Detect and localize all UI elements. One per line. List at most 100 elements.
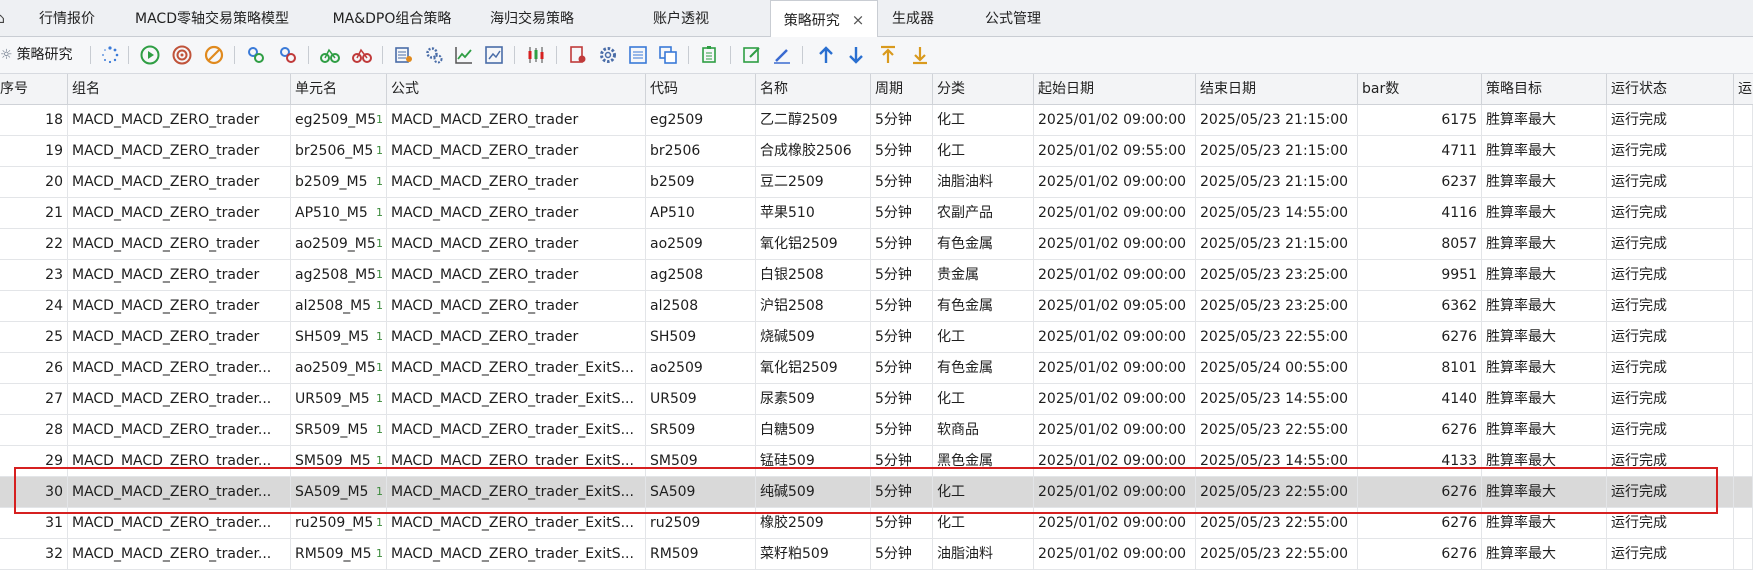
settings-icon[interactable]: [598, 45, 618, 65]
column-header-run-status[interactable]: 运行状态: [1607, 74, 1734, 104]
cell-period: 5分钟: [871, 415, 933, 445]
cell-code: RM509: [646, 539, 756, 569]
cell-code: SR509: [646, 415, 756, 445]
cell-start-date: 2025/01/02 09:00:00: [1034, 198, 1196, 228]
table-row[interactable]: 24 MACD_MACD_ZERO_trader al2508_M5 1 MACD_MA…: [0, 291, 1753, 322]
close-tab-icon[interactable]: ×: [852, 11, 865, 29]
table-row[interactable]: 20 MACD_MACD_ZERO_trader b2509_M5 1 MACD_MAC…: [0, 167, 1753, 198]
column-header-unit[interactable]: 单元名: [291, 74, 387, 104]
cell-end-date: 2025/05/23 21:15:00: [1196, 167, 1358, 197]
arrow-down-icon[interactable]: [846, 45, 866, 65]
tab-turtle-strategy[interactable]: 海归交易策略: [472, 0, 592, 36]
table-row[interactable]: 21 MACD_MACD_ZERO_trader AP510_M5 1 MACD_MAC…: [0, 198, 1753, 229]
move-top-icon[interactable]: [878, 45, 898, 65]
table-row-selected[interactable]: 30 MACD_MACD_ZERO_trader... SA509_M5 1 MACD_…: [0, 477, 1753, 508]
cell-strategy-target: 胜算率最大: [1482, 415, 1607, 445]
tab-macd-zero-model[interactable]: MACD零轴交易策略模型: [112, 0, 312, 36]
cell-code-text: RM509: [650, 546, 699, 562]
tab-strategy-research[interactable]: 策略研究 ×: [770, 0, 878, 37]
cell-name-text: 乙二醇2509: [760, 112, 838, 128]
line-chart-icon[interactable]: [454, 45, 474, 65]
table-icon[interactable]: [628, 45, 648, 65]
column-header-start-date[interactable]: 起始日期: [1034, 74, 1196, 104]
tab-formula-management[interactable]: 公式管理: [968, 0, 1058, 36]
loading-spinner-icon[interactable]: [100, 45, 120, 65]
column-header-name[interactable]: 名称: [756, 74, 871, 104]
gears-icon[interactable]: [424, 45, 444, 65]
cell-start-date-text: 2025/01/02 09:00:00: [1038, 546, 1187, 562]
cell-name-text: 豆二2509: [760, 174, 824, 190]
tab-bar: ⌂ 行情报价 MACD零轴交易策略模型 MA&DPO组合策略 海归交易策略 账户…: [0, 0, 1753, 37]
stop-target-icon[interactable]: [172, 45, 192, 65]
cell-end-date-text: 2025/05/23 22:55:00: [1200, 329, 1349, 345]
column-header-period[interactable]: 周期: [871, 74, 933, 104]
bike-icon[interactable]: [320, 45, 340, 65]
column-header-bar-count[interactable]: bar数: [1358, 74, 1482, 104]
strategy-research-menu[interactable]: ☼ 策略研究: [0, 37, 73, 73]
cell-unit: SA509_M5 1: [291, 477, 387, 507]
table-row[interactable]: 27 MACD_MACD_ZERO_trader... UR509_M5 1 MACD_…: [0, 384, 1753, 415]
cell-name: 锰硅509: [756, 446, 871, 476]
paste-icon[interactable]: [700, 45, 720, 65]
cell-category: 化工: [933, 508, 1034, 538]
table-row[interactable]: 19 MACD_MACD_ZERO_trader br2506_M5 1 MACD_MA…: [0, 136, 1753, 167]
unit-marker: 1: [376, 547, 383, 560]
edit-icon[interactable]: [742, 45, 762, 65]
cell-category-text: 油脂油料: [937, 546, 993, 562]
column-header-strategy-target[interactable]: 策略目标: [1482, 74, 1607, 104]
table-row[interactable]: 22 MACD_MACD_ZERO_trader ao2509_M5 1 MACD_MA…: [0, 229, 1753, 260]
grid-settings-icon[interactable]: [394, 45, 414, 65]
cell-bar-count: 4140: [1358, 384, 1482, 414]
kline-chart-icon[interactable]: [526, 45, 546, 65]
tab-generator[interactable]: 生成器: [878, 0, 948, 36]
home-icon[interactable]: ⌂: [0, 0, 5, 38]
cell-period-text: 5分钟: [875, 174, 912, 190]
column-header-end-date[interactable]: 结束日期: [1196, 74, 1358, 104]
cell-formula-text: MACD_MACD_ZERO_trader_ExitS...: [391, 422, 634, 438]
cell-start-date: 2025/01/02 09:00:00: [1034, 105, 1196, 135]
column-header-category[interactable]: 分类: [933, 74, 1034, 104]
group-remove-icon[interactable]: [278, 45, 298, 65]
report-icon[interactable]: [484, 45, 504, 65]
tab-account-view[interactable]: 账户透视: [592, 0, 770, 36]
cell-extra: [1734, 508, 1753, 538]
cell-category: 有色金属: [933, 291, 1034, 321]
cell-end-date: 2025/05/23 21:15:00: [1196, 105, 1358, 135]
table-row[interactable]: 18 MACD_MACD_ZERO_trader eg2509_M5 1 MACD_MA…: [0, 105, 1753, 136]
cell-bar-count-text: 6276: [1441, 484, 1477, 500]
arrow-up-icon[interactable]: [816, 45, 836, 65]
cancel-icon[interactable]: [204, 45, 224, 65]
cell-formula: MACD_MACD_ZERO_trader: [387, 167, 646, 197]
table-row[interactable]: 23 MACD_MACD_ZERO_trader ag2508_M5 1 MACD_MA…: [0, 260, 1753, 291]
table-row[interactable]: 32 MACD_MACD_ZERO_trader... RM509_M5 1 MACD_…: [0, 539, 1753, 570]
cell-group: MACD_MACD_ZERO_trader: [68, 229, 291, 259]
pen-icon[interactable]: [772, 45, 792, 65]
column-header-code[interactable]: 代码: [646, 74, 756, 104]
copy-icon[interactable]: [658, 45, 678, 65]
tab-ma-dpo-strategy[interactable]: MA&DPO组合策略: [312, 0, 472, 36]
cell-group: MACD_MACD_ZERO_trader: [68, 105, 291, 135]
move-bottom-icon[interactable]: [910, 45, 930, 65]
table-row[interactable]: 31 MACD_MACD_ZERO_trader... ru2509_M5 1 MACD…: [0, 508, 1753, 539]
cell-group: MACD_MACD_ZERO_trader: [68, 136, 291, 166]
play-icon[interactable]: [140, 45, 160, 65]
cell-unit-text: al2508_M5: [295, 298, 372, 314]
cell-formula-text: MACD_MACD_ZERO_trader: [391, 236, 579, 252]
column-header-index[interactable]: 序号: [0, 74, 68, 104]
cell-category-text: 软商品: [937, 422, 979, 438]
cell-group-text: MACD_MACD_ZERO_trader...: [72, 546, 272, 562]
column-header-group[interactable]: 组名: [68, 74, 291, 104]
table-row[interactable]: 25 MACD_MACD_ZERO_trader SH509_M5 1 MACD_MAC…: [0, 322, 1753, 353]
table-row[interactable]: 29 MACD_MACD_ZERO_trader... SM509_M5 1 MACD_…: [0, 446, 1753, 477]
cell-end-date-text: 2025/05/23 23:25:00: [1200, 298, 1349, 314]
tab-market-quotes[interactable]: 行情报价: [22, 0, 112, 36]
cell-start-date: 2025/01/02 09:00:00: [1034, 508, 1196, 538]
group-add-icon[interactable]: [246, 45, 266, 65]
table-row[interactable]: 28 MACD_MACD_ZERO_trader... SR509_M5 1 MACD_…: [0, 415, 1753, 446]
bike-red-icon[interactable]: [352, 45, 372, 65]
table-row[interactable]: 26 MACD_MACD_ZERO_trader... ao2509_M5 1 MACD…: [0, 353, 1753, 384]
column-header-extra[interactable]: 运: [1734, 74, 1753, 104]
column-header-formula[interactable]: 公式: [387, 74, 646, 104]
doc-settings-icon[interactable]: [568, 45, 588, 65]
cell-period: 5分钟: [871, 167, 933, 197]
